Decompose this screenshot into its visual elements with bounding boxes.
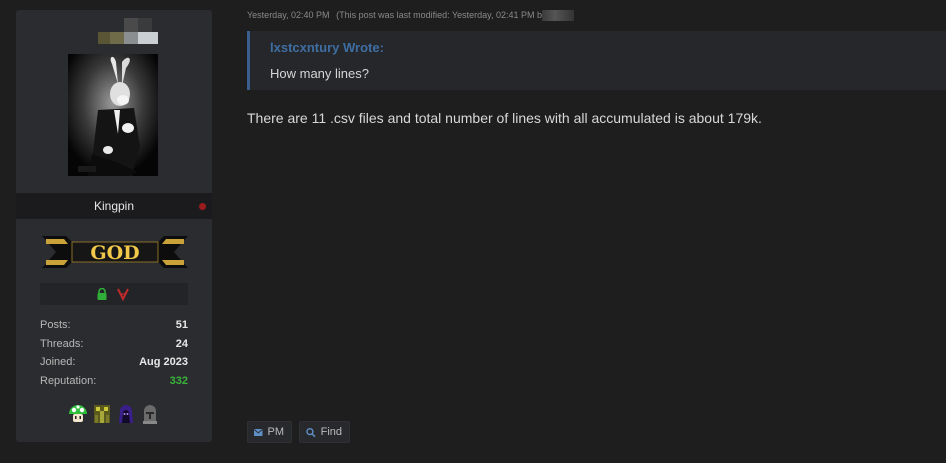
stat-posts: Posts: 51 (40, 319, 188, 331)
find-button[interactable]: Find (299, 421, 350, 443)
username-bar: Kingpin (16, 193, 212, 219)
censored-userbar (98, 14, 158, 44)
envelope-icon (254, 428, 263, 436)
mushroom-award-icon[interactable] (68, 403, 88, 425)
avatar[interactable] (68, 54, 158, 176)
user-stats: Posts: 51 Threads: 24 Joined: Aug 2023 R… (40, 316, 188, 390)
pm-button-label: PM (267, 426, 285, 438)
find-button-label: Find (320, 426, 342, 438)
pm-button[interactable]: PM (247, 421, 292, 443)
rank-badge-label: GOD (90, 242, 139, 264)
robot-award-icon[interactable] (92, 403, 112, 425)
censored-editor-name (542, 10, 575, 22)
lock-icon (97, 288, 107, 300)
quote-block: lxstcxntury Wrote: How many lines? (247, 31, 946, 90)
quote-text: How many lines? (270, 66, 369, 81)
hooded-figure-award-icon[interactable] (116, 403, 136, 425)
post-timestamp[interactable]: Yesterday, 02:40 PM (247, 10, 330, 20)
user-icons-bar (40, 283, 188, 305)
post-edited-note: (This post was last modified: Yesterday,… (336, 10, 543, 20)
search-icon (306, 427, 316, 437)
post-body: There are 11 .csv files and total number… (247, 110, 762, 126)
post-meta: Yesterday, 02:40 PM (This post was last … (247, 10, 575, 22)
rank-badge: GOD (42, 232, 188, 272)
stat-threads: Threads: 24 (40, 337, 188, 350)
offline-status-icon (199, 203, 206, 210)
quote-author[interactable]: lxstcxntury Wrote: (270, 40, 384, 55)
username[interactable]: Kingpin (94, 199, 134, 213)
forum-post: Kingpin GOD Posts: 51 Threads: 24 Joined… (0, 0, 946, 463)
stat-joined: Joined: Aug 2023 (40, 356, 188, 368)
v-emblem-icon (117, 288, 129, 301)
user-awards (68, 403, 164, 427)
knight-helmet-award-icon[interactable] (140, 403, 160, 425)
post-author-card: Kingpin GOD Posts: 51 Threads: 24 Joined… (16, 10, 212, 442)
stat-reputation: Reputation: 332 (40, 374, 188, 387)
